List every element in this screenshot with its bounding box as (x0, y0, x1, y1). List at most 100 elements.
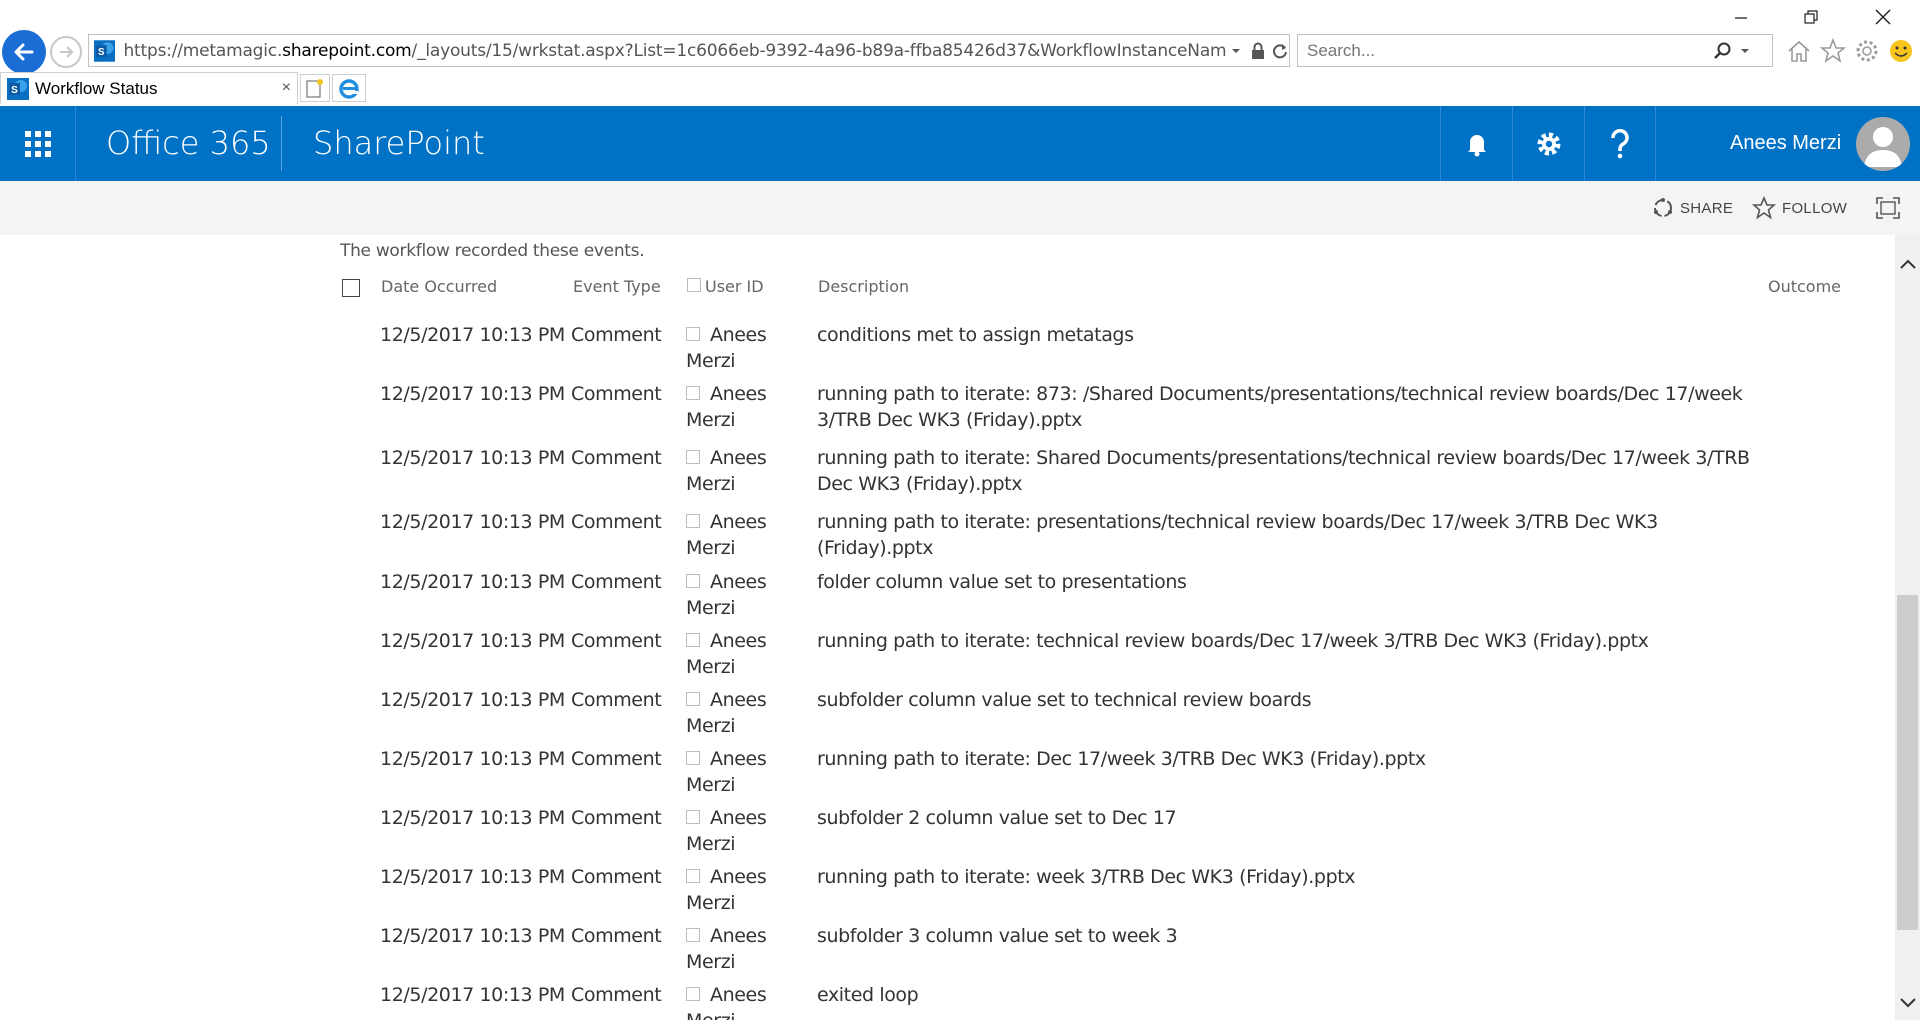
scroll-down-button[interactable] (1895, 992, 1920, 1014)
ie-tab-button[interactable] (332, 74, 366, 102)
description-cell: running path to iterate: Dec 17/week 3/T… (817, 748, 1426, 770)
column-header-event-type[interactable]: Event Type (573, 277, 661, 296)
focus-on-content-button[interactable] (1876, 181, 1900, 235)
dropdown-arrow-icon[interactable] (1230, 45, 1242, 57)
user-checkbox[interactable] (686, 987, 700, 1001)
user-cell[interactable]: Anees Merzi (686, 445, 820, 497)
user-cell[interactable]: Anees Merzi (686, 687, 820, 739)
settings-button[interactable] (1512, 106, 1584, 181)
app-launcher-button[interactable] (0, 106, 76, 181)
user-last-name: Merzi (686, 656, 736, 678)
user-cell[interactable]: Anees Merzi (686, 628, 820, 680)
user-checkbox[interactable] (686, 692, 700, 706)
user-column-checkbox[interactable] (687, 278, 701, 292)
avatar[interactable] (1856, 117, 1910, 171)
date-cell: 12/5/2017 10:13 PM (380, 630, 565, 652)
user-cell[interactable]: Anees Merzi (686, 509, 820, 561)
date-cell: 12/5/2017 10:13 PM (380, 447, 565, 469)
user-last-name: Merzi (686, 1008, 820, 1020)
column-header-user-id[interactable]: User ID (705, 277, 764, 296)
date-cell: 12/5/2017 10:13 PM (380, 984, 565, 1006)
user-checkbox[interactable] (686, 633, 700, 647)
event-type-cell: Comment (571, 324, 662, 346)
user-checkbox[interactable] (686, 810, 700, 824)
user-last-name: Merzi (686, 892, 736, 914)
address-bar[interactable]: S https://metamagic.sharepoint.com/_layo… (88, 34, 1290, 67)
date-cell: 12/5/2017 10:13 PM (380, 748, 565, 770)
user-cell[interactable]: Anees Merzi (686, 569, 820, 621)
description-cell: conditions met to assign metatags (817, 324, 1134, 346)
dropdown-arrow-icon[interactable] (1739, 45, 1751, 57)
vertical-scrollbar[interactable] (1895, 235, 1920, 1020)
settings-gear-icon[interactable] (1854, 38, 1880, 64)
user-checkbox[interactable] (686, 751, 700, 765)
home-icon[interactable] (1786, 38, 1812, 64)
url-text[interactable]: https://metamagic.sharepoint.com/_layout… (123, 41, 1226, 61)
sharepoint-app-link[interactable]: SharePoint (313, 106, 485, 181)
user-cell[interactable]: Anees Merzi (686, 746, 820, 798)
search-input[interactable] (1307, 40, 1707, 61)
search-bar[interactable] (1297, 34, 1773, 67)
user-checkbox[interactable] (686, 450, 700, 464)
notifications-button[interactable] (1440, 106, 1512, 181)
column-header-description[interactable]: Description (818, 277, 909, 296)
user-name[interactable]: Anees Merzi (1730, 106, 1841, 181)
column-header-outcome[interactable]: Outcome (1768, 277, 1841, 296)
url-prefix: https://metamagic. (123, 40, 283, 61)
table-header: Date Occurred Event Type User ID Descrip… (340, 277, 1841, 307)
user-checkbox[interactable] (686, 574, 700, 588)
forward-button[interactable] (50, 36, 82, 68)
column-header-date[interactable]: Date Occurred (381, 277, 497, 296)
scroll-up-button[interactable] (1895, 253, 1920, 275)
event-type-cell: Comment (571, 866, 662, 888)
user-last-name: Merzi (686, 350, 736, 372)
search-icon[interactable] (1713, 41, 1733, 61)
restore-icon (1804, 10, 1818, 24)
user-checkbox[interactable] (686, 514, 700, 528)
smiley-feedback-icon[interactable] (1888, 38, 1914, 64)
user-cell[interactable]: Anees Merzi (686, 805, 820, 857)
scroll-thumb[interactable] (1897, 595, 1918, 930)
user-cell[interactable]: Anees Merzi (686, 864, 820, 916)
event-type-cell: Comment (571, 571, 662, 593)
user-checkbox[interactable] (686, 327, 700, 341)
favorites-star-icon[interactable] (1820, 38, 1846, 64)
user-cell[interactable]: Anees Merzi (686, 322, 820, 374)
user-first-name: Anees (710, 748, 767, 770)
new-tab-icon (306, 79, 323, 98)
description-cell: subfolder column value set to technical … (817, 689, 1312, 711)
event-type-cell: Comment (571, 630, 662, 652)
new-tab-button[interactable] (300, 74, 330, 102)
share-button[interactable]: SHARE (1652, 181, 1733, 235)
description-cell: folder column value set to presentations (817, 571, 1187, 593)
user-checkbox[interactable] (686, 928, 700, 942)
user-cell[interactable]: Anees Merzi (686, 982, 820, 1020)
lock-icon[interactable] (1250, 42, 1266, 60)
follow-button[interactable]: FOLLOW (1752, 181, 1847, 235)
user-checkbox[interactable] (686, 869, 700, 883)
date-cell: 12/5/2017 10:13 PM (380, 511, 565, 533)
back-button[interactable] (2, 30, 46, 74)
office365-brand-link[interactable]: Office 365 (106, 106, 271, 181)
user-cell[interactable]: Anees Merzi (686, 381, 820, 433)
date-cell: 12/5/2017 10:13 PM (380, 383, 565, 405)
event-type-cell: Comment (571, 984, 662, 1006)
user-cell[interactable]: Anees Merzi (686, 923, 820, 975)
select-all-checkbox[interactable] (342, 279, 360, 297)
main-content: The workflow recorded these events. Date… (0, 235, 1895, 1020)
date-cell: 12/5/2017 10:13 PM (380, 807, 565, 829)
tab-workflow-status[interactable]: S Workflow Status × (0, 72, 298, 104)
tab-close-button[interactable]: × (282, 79, 291, 97)
url-path: /_layouts/15/wrkstat.aspx?List=1c6066eb-… (411, 40, 1227, 61)
user-checkbox[interactable] (686, 386, 700, 400)
user-first-name: Anees (710, 807, 767, 829)
user-last-name: Merzi (686, 597, 736, 619)
bell-icon (1467, 134, 1486, 156)
star-icon (1752, 196, 1776, 220)
share-label: SHARE (1680, 199, 1734, 217)
refresh-icon[interactable] (1271, 42, 1289, 60)
user-last-name: Merzi (686, 715, 736, 737)
help-button[interactable] (1584, 106, 1656, 181)
user-first-name: Anees (710, 447, 767, 469)
user-silhouette-icon (1864, 127, 1902, 167)
